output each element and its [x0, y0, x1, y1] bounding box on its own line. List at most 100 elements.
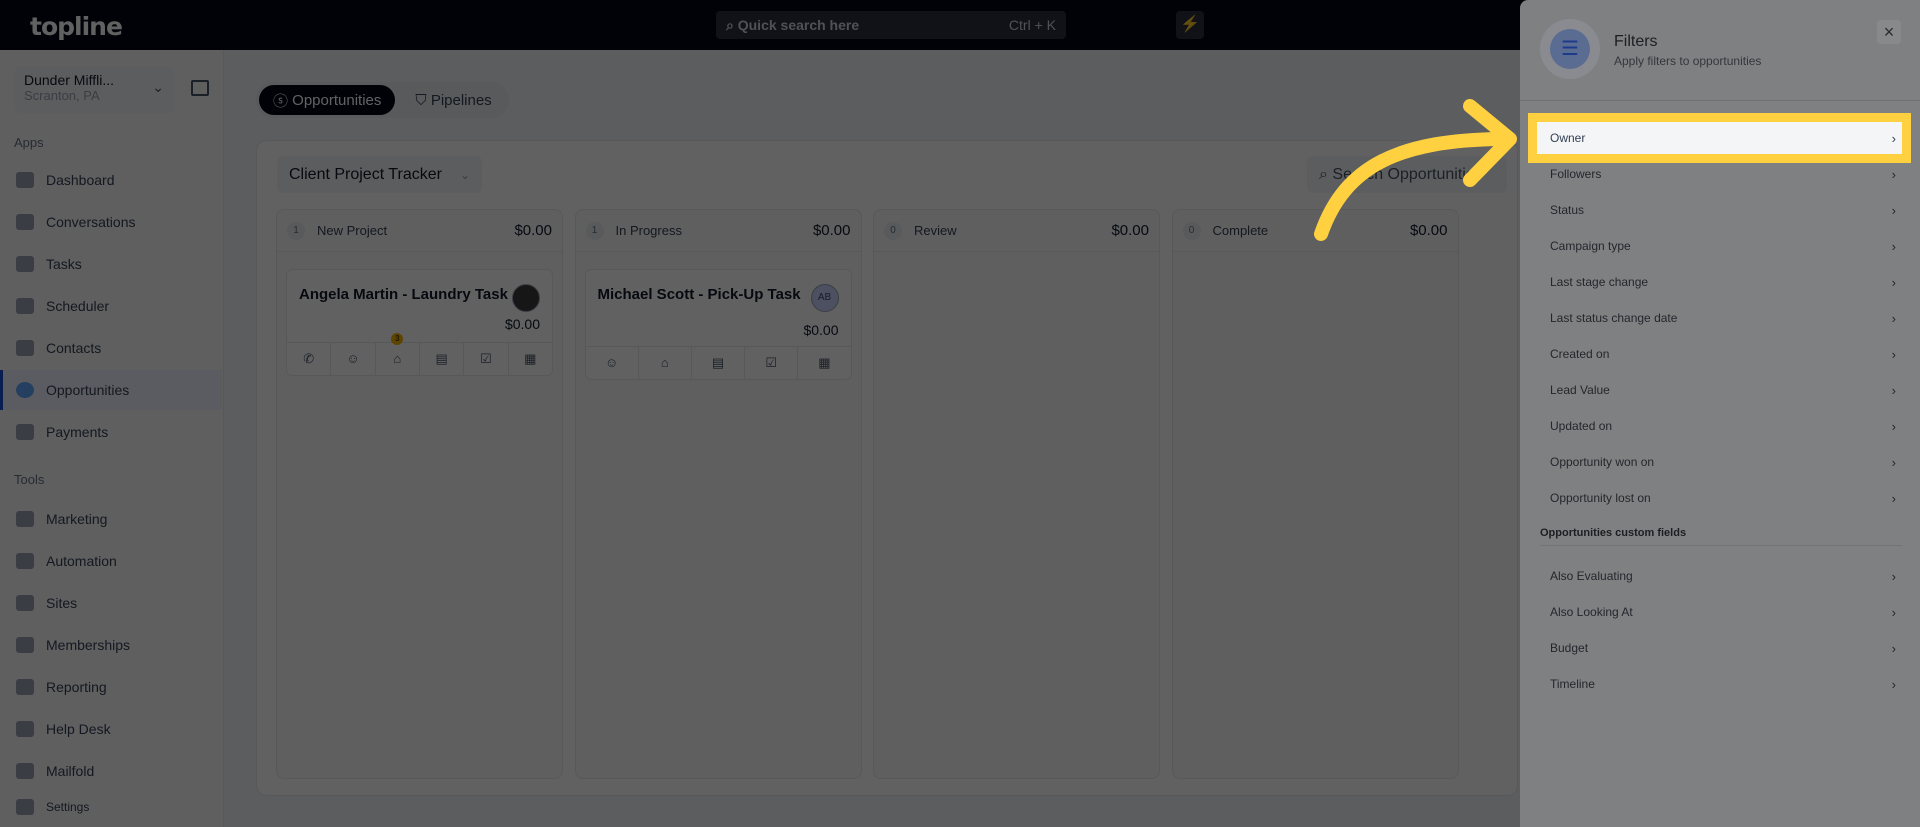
- sidebar-item-settings[interactable]: Settings: [0, 787, 222, 827]
- settings-icon: [16, 799, 34, 815]
- filter-timeline[interactable]: Timeline ›: [1537, 668, 1902, 700]
- checkbox-icon[interactable]: ☑: [464, 343, 509, 375]
- tools-label: Tools: [14, 472, 45, 487]
- chevron-down-icon: ⌄: [459, 167, 470, 182]
- filter-last-stage-change[interactable]: Last stage change ›: [1537, 266, 1902, 298]
- tag-icon[interactable]: ⌂ 3: [376, 333, 420, 375]
- card-icon: [16, 424, 34, 440]
- chat-icon: [16, 214, 34, 230]
- search-icon: ⌕: [1319, 165, 1333, 183]
- pipeline-select[interactable]: Client Project Tracker ⌄: [277, 156, 482, 193]
- custom-fields-heading: Opportunities custom fields: [1540, 527, 1687, 539]
- stage-column: 0 Review $0.00: [873, 209, 1160, 779]
- filter-also-evaluating[interactable]: Also Evaluating ›: [1537, 560, 1902, 592]
- close-icon[interactable]: ×: [1877, 20, 1901, 44]
- chevron-right-icon: ›: [1891, 676, 1896, 692]
- sidebar-item-dashboard[interactable]: Dashboard: [0, 160, 222, 200]
- sidebar-item-automation[interactable]: Automation: [0, 541, 222, 581]
- sidebar-item-conversations[interactable]: Conversations: [0, 202, 222, 242]
- stage-name: Complete: [1212, 223, 1269, 238]
- sidebar-item-scheduler[interactable]: Scheduler: [0, 286, 222, 326]
- stage-column: 1 New Project $0.00 Angela Martin - Laundry…: [276, 209, 563, 779]
- avatar: [512, 284, 540, 312]
- sidebar-item-sites[interactable]: Sites: [0, 583, 222, 623]
- filter-campaign-type[interactable]: Campaign type ›: [1537, 230, 1902, 262]
- quick-search[interactable]: ⌕ Quick search here Ctrl + K: [716, 11, 1066, 39]
- stage-header: 0 Complete $0.00: [1172, 210, 1458, 252]
- pipeline-board: Client Project Tracker ⌄ ⌕ Search Opportu…: [256, 140, 1518, 796]
- dollar-icon: ⓢ: [273, 92, 293, 110]
- chevron-right-icon: ›: [1891, 346, 1896, 362]
- pipeline-icon: ⛉: [415, 91, 431, 109]
- lightning-icon[interactable]: ⚡: [1176, 11, 1204, 39]
- chat-icon[interactable]: ☺: [586, 347, 639, 379]
- card-value: $0.00: [504, 316, 540, 332]
- filter-followers[interactable]: Followers ›: [1537, 158, 1902, 190]
- sidebar-item-help-desk[interactable]: Help Desk: [0, 709, 222, 749]
- card-actions: ✆ ☺ ⌂ 3 ▤ ☑ ▦: [287, 333, 552, 375]
- filter-created-on[interactable]: Created on ›: [1537, 338, 1902, 370]
- collapse-sidebar-icon[interactable]: [191, 80, 209, 96]
- sidebar-item-memberships[interactable]: Memberships: [0, 625, 222, 665]
- account-switcher[interactable]: Dunder Miffli... Scranton, PA ⌄: [14, 67, 174, 113]
- filter-icon: ☰: [1540, 19, 1600, 79]
- sidebar-item-mailfold[interactable]: Mailfold: [0, 751, 222, 791]
- card-actions: ☺ ⌂ ▤ ☑ ▦: [585, 346, 851, 379]
- stage-amount: $0.00: [514, 222, 552, 239]
- filter-status[interactable]: Status ›: [1537, 194, 1902, 226]
- filter-last-status-change-date[interactable]: Last status change date ›: [1537, 302, 1902, 334]
- filter-updated-on[interactable]: Updated on ›: [1537, 410, 1902, 442]
- filter-lead-value[interactable]: Lead Value ›: [1537, 374, 1902, 406]
- tab-opportunities[interactable]: ⓢ Opportunities: [259, 85, 396, 115]
- calendar-icon: [16, 298, 34, 314]
- sidebar-item-marketing[interactable]: Marketing: [0, 499, 222, 539]
- stage-name: New Project: [317, 223, 388, 238]
- document-icon[interactable]: ▤: [420, 343, 465, 375]
- calendar-add-icon[interactable]: ▦: [798, 347, 850, 379]
- stage-amount: $0.00: [1409, 222, 1448, 239]
- globe-icon: [16, 595, 34, 611]
- stage-name: In Progress: [615, 223, 682, 238]
- stage-column: 1 In Progress $0.00 Michael Scott - Pick-Up…: [574, 209, 862, 779]
- sidebar-item-reporting[interactable]: Reporting: [0, 667, 222, 707]
- search-shortcut: Ctrl + K: [1008, 17, 1056, 33]
- sidebar-item-contacts[interactable]: Contacts: [0, 328, 222, 368]
- help-icon: [16, 721, 34, 737]
- chevron-right-icon: ›: [1891, 418, 1896, 434]
- filter-budget[interactable]: Budget ›: [1537, 632, 1902, 664]
- stage-amount: $0.00: [1111, 222, 1149, 239]
- document-icon[interactable]: ▤: [692, 347, 746, 379]
- sidebar-item-opportunities[interactable]: Opportunities: [0, 370, 222, 410]
- stage-count: 0: [884, 221, 902, 240]
- tab-pipelines[interactable]: ⛉ Pipelines: [401, 85, 505, 115]
- tag-icon[interactable]: ⌂: [639, 347, 692, 379]
- opportunity-card[interactable]: Michael Scott - Pick-Up Task AB $0.00 ☺ ⌂ ▤ ☑ ▦: [584, 269, 852, 380]
- logo: topline: [30, 12, 123, 41]
- checkbox-icon[interactable]: ☑: [745, 347, 799, 379]
- sidebar: Dunder Miffli... Scranton, PA ⌄ Apps Dashb…: [0, 50, 224, 827]
- chevron-right-icon: ›: [1891, 382, 1896, 398]
- sidebar-item-payments[interactable]: Payments: [0, 412, 222, 452]
- filter-opportunity-won-on[interactable]: Opportunity won on ›: [1537, 446, 1902, 478]
- phone-icon[interactable]: ✆: [287, 343, 332, 375]
- chevron-right-icon: ›: [1891, 568, 1896, 584]
- opportunity-card[interactable]: Angela Martin - Laundry Task $0.00 ✆ ☺ ⌂ 3 ▤ ☑ ▦: [286, 269, 553, 376]
- chevron-right-icon: ›: [1891, 166, 1896, 182]
- opportunity-search[interactable]: ⌕ Search Opportunities: [1307, 156, 1507, 193]
- user-icon: [16, 340, 34, 356]
- stage-header: 1 In Progress $0.00: [575, 210, 861, 252]
- chevron-down-icon: ⌄: [152, 79, 164, 95]
- task-icon: [16, 256, 34, 272]
- tag-count-badge: 3: [391, 333, 404, 345]
- filter-also-looking-at[interactable]: Also Looking At ›: [1537, 596, 1902, 628]
- filter-opportunity-lost-on[interactable]: Opportunity lost on ›: [1537, 482, 1902, 514]
- chat-icon[interactable]: ☺: [331, 343, 376, 375]
- target-icon: [16, 382, 34, 398]
- view-tabs: ⓢ Opportunities ⛉ Pipelines: [256, 82, 509, 118]
- calendar-add-icon[interactable]: ▦: [509, 343, 552, 375]
- chevron-right-icon: ›: [1891, 310, 1896, 326]
- stage-count: 1: [287, 221, 305, 240]
- panel-subtitle: Apply filters to opportunities: [1614, 54, 1762, 68]
- filter-owner[interactable]: Owner ›: [1528, 113, 1911, 163]
- sidebar-item-tasks[interactable]: Tasks: [0, 244, 222, 284]
